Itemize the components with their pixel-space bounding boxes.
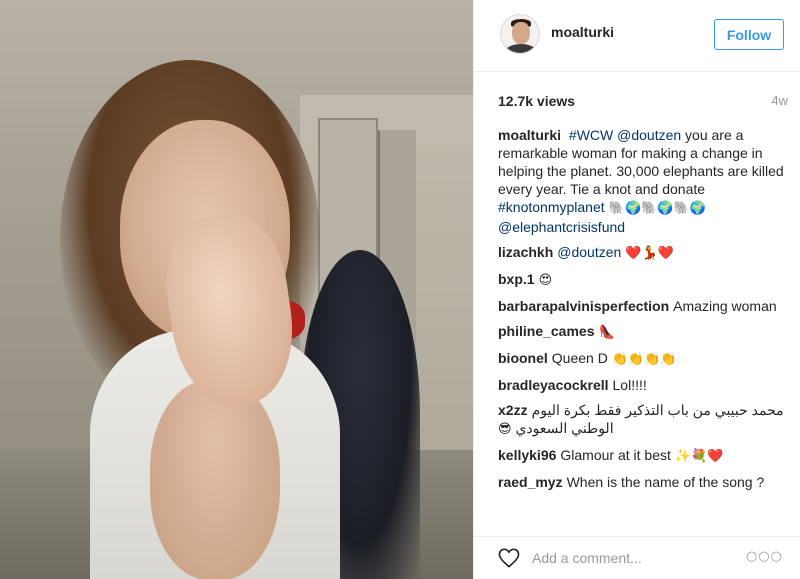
comment-item: barbarapalvinisperfection Amazing woman bbox=[498, 297, 788, 315]
comment-text: When is the name of the song ? bbox=[566, 474, 765, 490]
comment-input[interactable] bbox=[532, 546, 752, 570]
hashtag-link[interactable]: #WCW bbox=[569, 127, 613, 143]
mention-link[interactable]: @doutzen bbox=[617, 127, 681, 143]
comment-item: bxp.1 😍 bbox=[498, 270, 788, 290]
comment-author[interactable]: philine_cames bbox=[498, 323, 595, 339]
comment-author[interactable]: raed_myz bbox=[498, 474, 563, 490]
rtl-comment-body: محمد حبيبي من باب التذكير فقط بكرة اليوم… bbox=[498, 402, 784, 437]
comment-author[interactable]: bradleyacockrell bbox=[498, 377, 609, 393]
avatar[interactable] bbox=[500, 14, 540, 54]
comment-text: Glamour at it best bbox=[560, 447, 675, 463]
comment-item: philine_cames 👠 bbox=[498, 322, 788, 342]
caption: moalturki #WCW @doutzen you are a remark… bbox=[498, 126, 788, 236]
avatar-body bbox=[505, 44, 537, 53]
comment-author[interactable]: lizachkh bbox=[498, 244, 553, 260]
avatar-head bbox=[512, 22, 530, 44]
comment-author[interactable]: x2zz bbox=[498, 402, 528, 418]
heart-icon[interactable] bbox=[498, 548, 520, 568]
comment-text: Queen D bbox=[551, 350, 612, 366]
mention-link[interactable]: @doutzen bbox=[557, 244, 621, 260]
more-options-icon[interactable]: ○○○ bbox=[746, 549, 783, 564]
comments-list: moalturki #WCW @doutzen you are a remark… bbox=[498, 126, 788, 526]
comment-text: Lol!!!! bbox=[612, 377, 647, 393]
emoji-text: ✨💐❤️ bbox=[674, 449, 724, 464]
emoji-text: ❤️💃❤️ bbox=[621, 246, 674, 261]
follow-button[interactable]: Follow bbox=[714, 19, 784, 50]
comment-item: lizachkh @doutzen ❤️💃❤️ bbox=[498, 243, 788, 263]
emoji-text: 👠 bbox=[598, 325, 615, 340]
post-age[interactable]: 4w bbox=[771, 93, 788, 108]
comment-item: kellyki96 Glamour at it best ✨💐❤️ bbox=[498, 446, 788, 466]
emoji-text: 👏👏👏👏 bbox=[611, 352, 677, 367]
comment-text: محمد حبيبي من باب التذكير فقط بكرة اليوم… bbox=[511, 402, 784, 436]
post-details-panel: moalturki Follow 12.7k views 4w moalturk… bbox=[473, 0, 800, 579]
comment-bar: ○○○ bbox=[474, 536, 800, 579]
username-link[interactable]: moalturki bbox=[551, 24, 614, 40]
comment-author[interactable]: bioonel bbox=[498, 350, 548, 366]
emoji-text: 😍 bbox=[538, 273, 553, 288]
post-header: moalturki Follow bbox=[474, 0, 800, 72]
hashtag-link[interactable]: #knotonmyplanet bbox=[498, 199, 605, 215]
comment-text: Amazing woman bbox=[673, 298, 777, 314]
caption-author[interactable]: moalturki bbox=[498, 127, 561, 143]
comment-author[interactable]: barbarapalvinisperfection bbox=[498, 298, 669, 314]
comment-author[interactable]: bxp.1 bbox=[498, 271, 535, 287]
woman-arm bbox=[150, 380, 280, 579]
comment-item: bradleyacockrell Lol!!!! bbox=[498, 376, 788, 394]
comment-author[interactable]: kellyki96 bbox=[498, 447, 556, 463]
post-stats: 12.7k views 4w bbox=[498, 93, 788, 113]
view-count: 12.7k views bbox=[498, 93, 576, 109]
emoji-text: 😎 bbox=[498, 422, 512, 437]
comment-item: raed_myz When is the name of the song ? bbox=[498, 473, 788, 491]
comment-item: bioonel Queen D 👏👏👏👏 bbox=[498, 349, 788, 369]
emoji-text: 🐘🌍🐘🌍🐘🌍 bbox=[604, 201, 706, 216]
mention-link[interactable]: @elephantcrisisfund bbox=[498, 219, 625, 235]
comment-item: x2zz محمد حبيبي من باب التذكير فقط بكرة ا… bbox=[498, 401, 788, 439]
post-video[interactable] bbox=[0, 0, 473, 579]
